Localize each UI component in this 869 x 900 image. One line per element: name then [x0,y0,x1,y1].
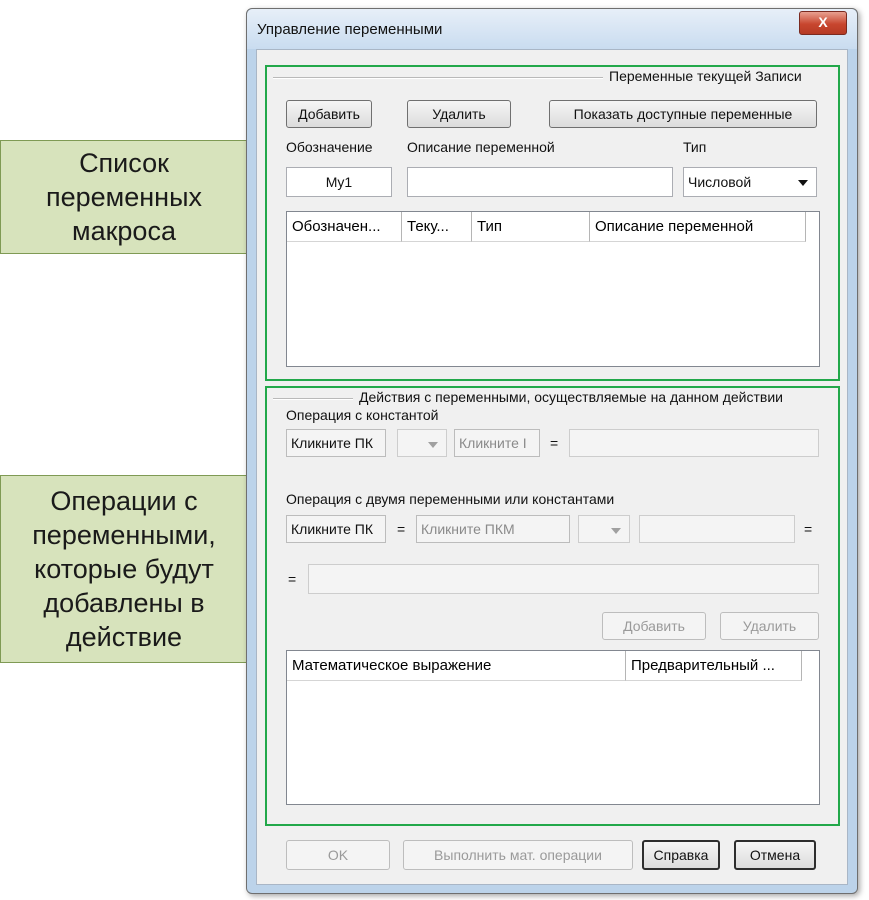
column-header-expression[interactable]: Математическое выражение [287,651,626,681]
two-var-operand1-box[interactable]: Кликните ПК [286,515,386,543]
equals-sign: = [804,521,813,537]
group-current-variables-label: Переменные текущей Записи [606,68,805,84]
column-header-description[interactable]: Описание переменной [590,212,806,242]
two-var-operand2-box[interactable]: Кликните ПКМ [416,515,570,543]
show-available-variables-button[interactable]: Показать доступные переменные [549,100,817,128]
column-header-type[interactable]: Тип [472,212,590,242]
two-variable-operation-label: Операция с двумя переменными или констан… [286,491,615,507]
dialog-client: Переменные текущей Записи Добавить Удали… [256,49,848,885]
const-result-input[interactable] [569,429,819,457]
chevron-down-icon[interactable] [428,442,438,448]
column-header-current[interactable]: Теку... [402,212,472,242]
callout-operations: Операции с переменными, которые будут до… [0,475,248,663]
window-title: Управление переменными [257,21,443,38]
callout-macro-variables: Список переменных макроса [0,140,248,254]
const-value-box[interactable]: Кликните I [454,429,540,457]
two-var-operator-select[interactable] [578,515,630,543]
column-header-preliminary[interactable]: Предварительный ... [626,651,802,681]
description-label: Описание переменной [407,139,555,155]
type-select-value: Числовой [688,174,752,190]
equals-sign: = [288,571,297,587]
cancel-button[interactable]: Отмена [734,840,816,870]
dialog-window: Управление переменными X Переменные теку… [246,8,858,894]
delete-operation-button[interactable]: Удалить [720,612,819,640]
two-var-operand3-input[interactable] [639,515,795,543]
help-button[interactable]: Справка [642,840,720,870]
two-var-result-input[interactable] [308,564,819,594]
chevron-down-icon[interactable] [798,180,808,186]
ok-button[interactable]: OK [286,840,390,870]
variables-list[interactable]: Обозначен... Теку... Тип Описание переме… [286,211,820,367]
title-bar[interactable]: Управление переменными X [247,9,857,49]
expressions-list-header: Математическое выражение Предварительный… [287,651,819,681]
constant-operation-label: Операция с константой [286,407,439,423]
equals-sign: = [397,521,406,537]
run-math-operations-button[interactable]: Выполнить мат. операции [403,840,633,870]
column-header-designation[interactable]: Обозначен... [287,212,402,242]
const-operand-box[interactable]: Кликните ПК [286,429,386,457]
add-operation-button[interactable]: Добавить [602,612,706,640]
group-separator [273,398,353,400]
chevron-down-icon[interactable] [611,528,621,534]
group-current-variables: Переменные текущей Записи Добавить Удали… [265,65,840,381]
designation-input[interactable]: My1 [286,167,392,197]
group-separator [273,77,603,79]
description-input[interactable] [407,167,673,197]
group-variable-actions: Действия с переменными, осуществляемые н… [265,386,840,826]
group-variable-actions-label: Действия с переменными, осуществляемые н… [356,389,786,405]
variables-list-header: Обозначен... Теку... Тип Описание переме… [287,212,819,242]
const-operator-select[interactable] [397,429,447,457]
designation-label: Обозначение [286,139,373,155]
type-select[interactable]: Числовой [683,167,817,197]
delete-variable-button[interactable]: Удалить [407,100,511,128]
expressions-list[interactable]: Математическое выражение Предварительный… [286,650,820,805]
equals-sign: = [550,435,559,451]
type-label: Тип [683,139,707,155]
close-button[interactable]: X [799,11,847,35]
add-variable-button[interactable]: Добавить [286,100,372,128]
